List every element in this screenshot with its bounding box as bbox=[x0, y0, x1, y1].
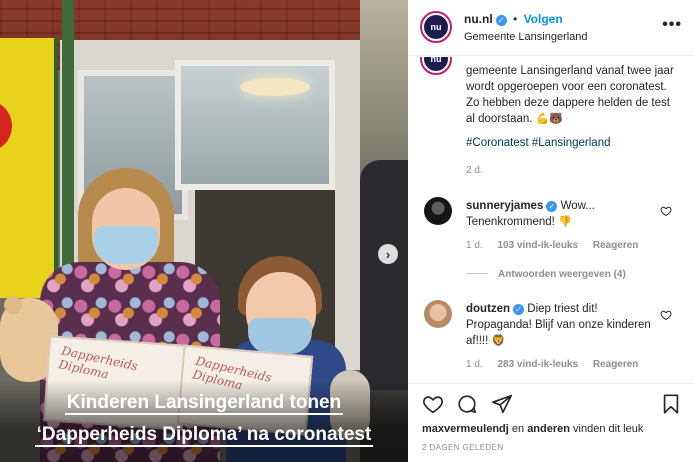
teddy-bear-ear bbox=[4, 296, 22, 314]
chevron-right-icon: › bbox=[385, 246, 391, 262]
comment-bubble-icon[interactable] bbox=[456, 393, 478, 415]
reply-button[interactable]: Reageren bbox=[593, 359, 639, 370]
caption-timestamp[interactable]: 2 d. bbox=[466, 165, 483, 176]
verified-badge-icon: ✓ bbox=[546, 201, 558, 212]
comment-time[interactable]: 1 d. bbox=[466, 240, 483, 251]
bookmark-icon[interactable] bbox=[660, 393, 682, 415]
girl-face-mask bbox=[94, 226, 158, 264]
photo-caption-line: ‘Dapperheids Diploma’ na coronatest bbox=[34, 424, 374, 447]
caption-emojis: 💪🐻 bbox=[535, 113, 564, 125]
replies-line bbox=[466, 273, 488, 274]
view-replies-button[interactable]: Antwoorden weergeven (4) bbox=[466, 269, 626, 280]
liker-username[interactable]: maxvermeulendj bbox=[422, 423, 509, 435]
comment-time[interactable]: 1 d. bbox=[466, 359, 483, 370]
like-heart-icon[interactable] bbox=[422, 393, 444, 415]
username-link[interactable]: nu.nl bbox=[464, 12, 493, 26]
comment-emoji: 👎 bbox=[558, 216, 572, 228]
verified-badge-icon: ✓ bbox=[495, 15, 507, 26]
comment-username[interactable]: doutzen bbox=[466, 303, 510, 315]
location-link[interactable]: Gemeente Lansingerland bbox=[464, 31, 588, 43]
comment-text: doutzen ✓ Diep triest dit! Propaganda! Bl… bbox=[466, 301, 656, 349]
comment-likes[interactable]: 283 vind-ik-leuks bbox=[497, 359, 578, 370]
verified-badge-icon: ✓ bbox=[513, 304, 525, 315]
instagram-post-modal: Dapperheids Diploma Dapperheids Diploma … bbox=[0, 0, 694, 462]
separator-dot: • bbox=[513, 12, 518, 26]
caption-body: gemeente Lansingerland vanaf twee jaar w… bbox=[466, 65, 674, 125]
post-header: nu nu.nl ✓ • Volgen Gemeente Lansingerlan… bbox=[408, 0, 694, 56]
comment-likes[interactable]: 103 vind-ik-leuks bbox=[497, 240, 578, 251]
green-post bbox=[62, 0, 74, 300]
comment-emoji: 🦁 bbox=[491, 335, 506, 347]
nu-logo-icon: nu bbox=[424, 15, 448, 39]
photo-caption-line: Kinderen Lansingerland tonen bbox=[64, 392, 344, 415]
avatar[interactable] bbox=[424, 300, 452, 328]
share-paper-plane-icon[interactable] bbox=[491, 393, 513, 415]
comment-username[interactable]: sunneryjames bbox=[466, 200, 543, 212]
comment-text: sunneryjames ✓ Wow... Tenenkrommend! 👎 bbox=[466, 198, 656, 230]
likes-summary: maxvermeulendj en anderen vinden dit leu… bbox=[422, 423, 643, 435]
follow-button[interactable]: Volgen bbox=[524, 12, 563, 26]
likes-joiner: en bbox=[508, 423, 528, 435]
view-replies-label: Antwoorden weergeven (4) bbox=[498, 269, 626, 280]
likes-suffix: vinden dit leuk bbox=[569, 423, 644, 435]
caption-text: gemeente Lansingerland vanaf twee jaar w… bbox=[466, 63, 676, 127]
ceiling-lamp bbox=[240, 78, 310, 96]
reply-button[interactable]: Reageren bbox=[593, 240, 639, 251]
avatar[interactable]: nu bbox=[420, 11, 452, 43]
hashtags[interactable]: #Coronatest #Lansingerland bbox=[466, 137, 611, 149]
others-link[interactable]: anderen bbox=[527, 423, 570, 435]
caption-avatar[interactable]: nu bbox=[420, 57, 452, 75]
post-actions-bar: maxvermeulendj en anderen vinden dit leu… bbox=[408, 383, 694, 462]
boy-face-mask bbox=[248, 318, 312, 354]
comments-scroll-area[interactable]: nu gemeente Lansingerland vanaf twee jaa… bbox=[408, 57, 694, 382]
comment-meta: 1 d. 103 vind-ik-leuks Reageren bbox=[466, 240, 638, 251]
adult-dark-coat bbox=[360, 160, 408, 390]
post-photo[interactable]: Dapperheids Diploma Dapperheids Diploma … bbox=[0, 0, 408, 462]
comment-meta: 1 d. 283 vind-ik-leuks Reageren bbox=[466, 359, 638, 370]
header-user-line: nu.nl ✓ • Volgen bbox=[464, 12, 563, 26]
comment-like-heart-icon[interactable] bbox=[660, 309, 672, 321]
avatar[interactable] bbox=[424, 197, 452, 225]
post-side-panel: nu nu.nl ✓ • Volgen Gemeente Lansingerlan… bbox=[408, 0, 694, 462]
more-options-icon[interactable]: ••• bbox=[662, 16, 682, 34]
photo-caption-overlay: Kinderen Lansingerland tonen ‘Dapperheid… bbox=[0, 387, 408, 451]
comment-like-heart-icon[interactable] bbox=[660, 205, 672, 217]
next-image-button[interactable]: › bbox=[378, 244, 398, 264]
post-date[interactable]: 2 DAGEN GELEDEN bbox=[422, 443, 504, 452]
nu-logo-icon: nu bbox=[424, 57, 448, 71]
yellow-sign bbox=[0, 38, 58, 298]
